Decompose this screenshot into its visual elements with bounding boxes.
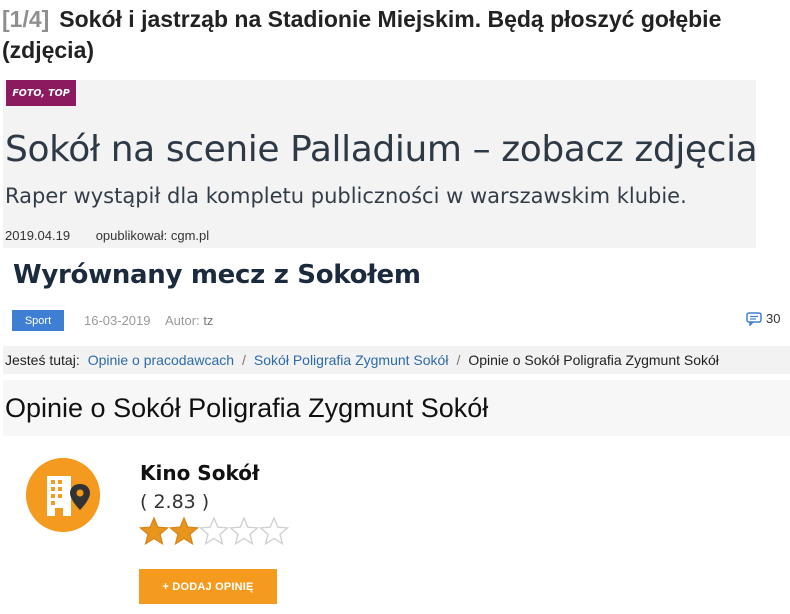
article-date: 16-03-2019 (84, 313, 151, 328)
star-empty-icon (199, 517, 229, 546)
star-filled-icon (169, 517, 199, 546)
article-lead: Raper wystąpił dla kompletu publiczności… (5, 184, 687, 208)
breadcrumb-label: Jesteś tutaj: (5, 352, 80, 368)
building-location-icon (26, 458, 100, 532)
breadcrumb-current: Opinie o Sokół Poligrafia Zygmunt Sokół (468, 352, 719, 368)
star-empty-icon (229, 517, 259, 546)
breadcrumb-separator: / (456, 352, 461, 368)
rating-score: ( 2.83 ) (140, 491, 210, 513)
breadcrumb-link-employers[interactable]: Opinie o pracodawcach (88, 352, 234, 368)
breadcrumb-link-company[interactable]: Sokół Poligrafia Zygmunt Sokół (254, 352, 449, 368)
breadcrumb-separator: / (242, 352, 246, 368)
category-badge[interactable]: FOTO, TOP (6, 80, 76, 106)
star-empty-icon (259, 517, 289, 546)
sport-article-title[interactable]: Wyrównany mecz z Sokołem (13, 260, 421, 290)
author-label: Autor: (165, 313, 200, 328)
article-meta: 2019.04.19 opublikował: cgm.pl (5, 228, 209, 243)
add-opinion-button[interactable]: + DODAJ OPINIĘ (139, 569, 277, 604)
page-title: Opinie o Sokół Poligrafia Zygmunt Sokół (5, 393, 489, 423)
comment-count: 30 (766, 311, 781, 326)
article-card: FOTO, TOP Sokół na scenie Palladium – zo… (3, 80, 758, 248)
article-headline[interactable]: Sokół na scenie Palladium – zobacz zdjęc… (5, 129, 758, 170)
article-date: 2019.04.19 (5, 228, 71, 243)
company-name: Kino Sokół (140, 461, 260, 485)
gallery-title[interactable]: [1/4] Sokół i jastrząb na Stadionie Miejs… (0, 4, 790, 66)
category-tag[interactable]: Sport (12, 310, 64, 331)
article-author: Autor: tz (165, 313, 213, 328)
rating-stars (139, 517, 289, 547)
author-name: tz (203, 313, 214, 328)
comments-link[interactable]: 30 (746, 311, 780, 326)
comment-icon (746, 311, 762, 326)
gallery-item: [1/4] Sokół i jastrząb na Stadionie Miejs… (0, 4, 790, 66)
gallery-counter: [1/4] (2, 6, 50, 32)
gallery-title-text: Sokół i jastrząb na Stadionie Miejskim. … (2, 6, 722, 63)
breadcrumb: Jesteś tutaj: Opinie o pracodawcach / So… (3, 346, 790, 374)
star-filled-icon (139, 517, 169, 546)
page-title-box: Opinie o Sokół Poligrafia Zygmunt Sokół (3, 380, 790, 436)
sport-article: Wyrównany mecz z Sokołem Sport 16-03-201… (0, 256, 790, 336)
article-author: opublikował: cgm.pl (95, 228, 210, 243)
